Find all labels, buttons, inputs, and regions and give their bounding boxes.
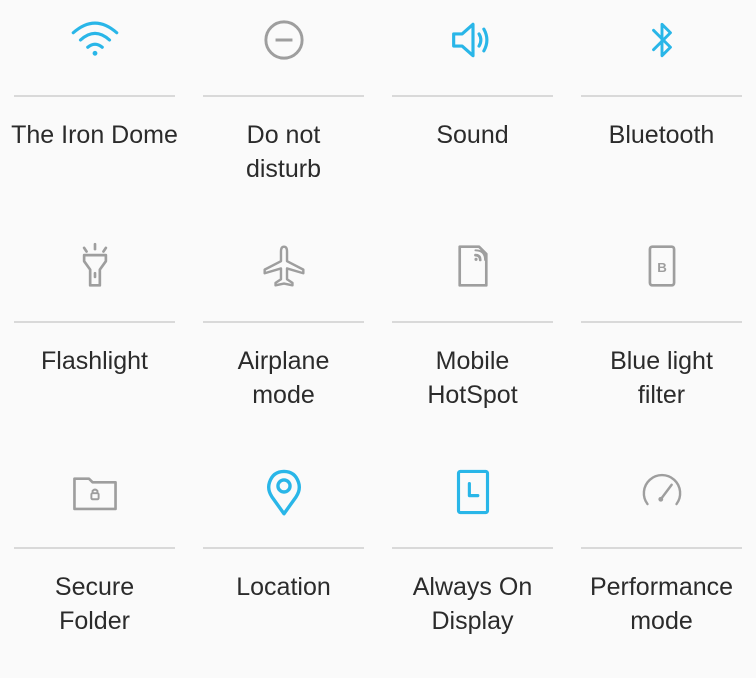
divider [581,547,742,549]
tile-label: Sound [436,121,509,149]
tile-label: Always On Display [412,573,533,635]
divider [14,547,175,549]
sound-icon [378,8,567,72]
divider [392,95,553,97]
flashlight-icon [0,234,189,298]
tile-sound[interactable]: Sound [378,0,567,226]
divider [203,547,364,549]
tile-performance-mode[interactable]: Performance mode [567,452,756,678]
bluetooth-icon [567,8,756,72]
tile-wifi[interactable]: The Iron Dome [0,0,189,226]
svg-text:B: B [657,260,667,275]
tile-label: Secure Folder [54,573,135,635]
tile-mobile-hotspot[interactable]: Mobile HotSpot [378,226,567,452]
divider [14,321,175,323]
wifi-icon [0,8,189,72]
secure-folder-icon [0,460,189,524]
location-icon [189,460,378,524]
divider [581,95,742,97]
tile-label: Flashlight [41,347,148,375]
divider [392,321,553,323]
do-not-disturb-icon [189,8,378,72]
tile-label: Performance mode [589,573,734,635]
divider [203,95,364,97]
tile-label: Blue light filter [610,347,713,409]
tile-label: Location [236,573,331,601]
divider [14,95,175,97]
tile-blue-light-filter[interactable]: B Blue light filter [567,226,756,452]
tile-secure-folder[interactable]: Secure Folder [0,452,189,678]
tile-always-on-display[interactable]: Always On Display [378,452,567,678]
performance-icon [567,460,756,524]
tile-label: Mobile HotSpot [427,347,518,409]
tile-flashlight[interactable]: Flashlight [0,226,189,452]
tile-label: Airplane mode [237,347,330,409]
always-on-display-icon [378,460,567,524]
hotspot-icon [378,234,567,298]
divider [203,321,364,323]
blue-light-filter-icon: B [567,234,756,298]
airplane-icon [189,234,378,298]
tile-label: Do not disturb [245,121,322,183]
tile-label: Bluetooth [608,121,715,149]
tile-location[interactable]: Location [189,452,378,678]
tile-do-not-disturb[interactable]: Do not disturb [189,0,378,226]
divider [392,547,553,549]
tile-label: The Iron Dome [11,121,178,149]
tile-bluetooth[interactable]: Bluetooth [567,0,756,226]
divider [581,321,742,323]
tile-airplane-mode[interactable]: Airplane mode [189,226,378,452]
quick-settings-panel: The Iron Dome Do not disturb Sound Bluet… [0,0,756,677]
